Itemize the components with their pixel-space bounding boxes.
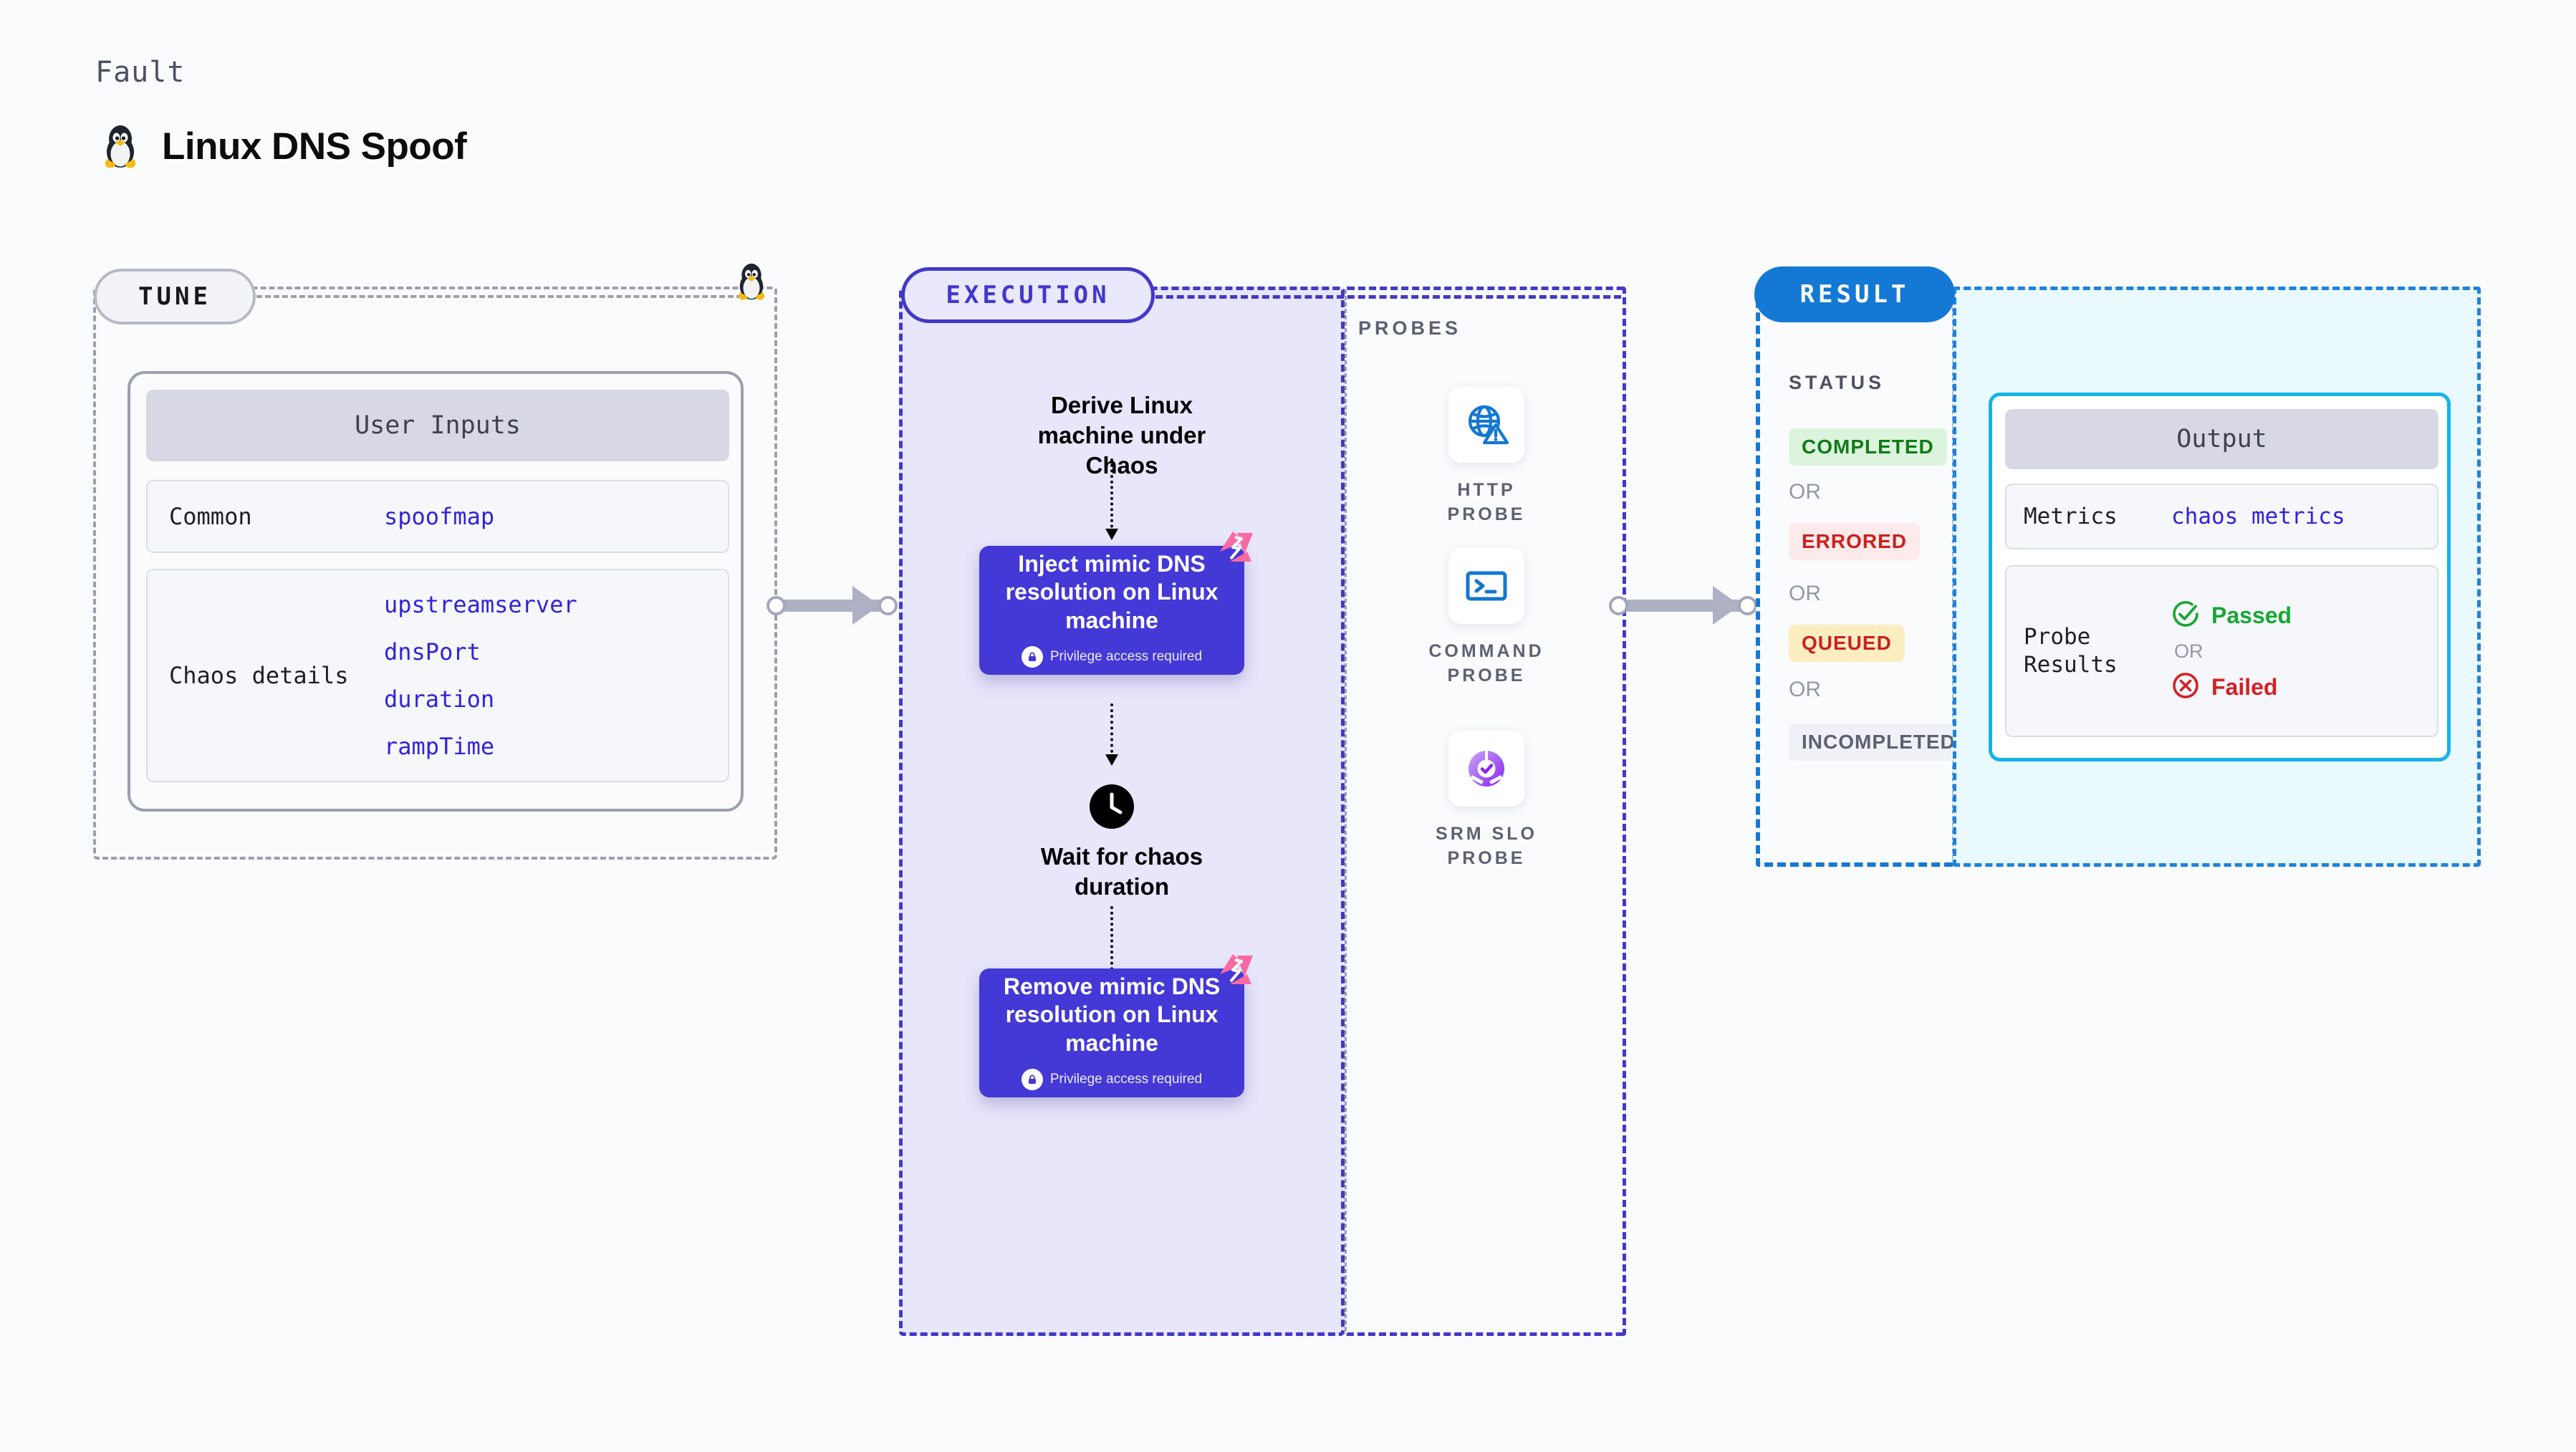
lock-icon: [1021, 645, 1043, 668]
diagram-canvas: Fault Linux DNS Spoof TUNE User Inputs C…: [0, 0, 2576, 1452]
row-value[interactable]: chaos metrics: [2171, 504, 2345, 529]
inject-action-box[interactable]: Inject mimic DNS resolution on Linux mac…: [979, 532, 1253, 675]
status-badge-errored: ERRORED: [1789, 523, 1921, 560]
table-row: Common spoofmap: [146, 480, 729, 553]
privilege-note-text: Privilege access required: [1049, 648, 1203, 664]
x-circle-icon: [2171, 671, 2200, 703]
table-row: Chaos details upstreamserver dnsPort dur…: [146, 569, 729, 782]
connector-node: [1738, 596, 1757, 615]
connector-node: [766, 596, 786, 615]
remove-action-title: Remove mimic DNS resolution on Linux mac…: [1003, 973, 1221, 1056]
wait-step-label: Wait for chaos duration: [1040, 843, 1203, 900]
privilege-note: Privilege access required: [1021, 645, 1203, 668]
status-title: STATUS: [1789, 372, 1885, 393]
or-separator: OR: [1789, 582, 1821, 605]
terminal-prompt-icon: [1448, 548, 1524, 624]
inject-action-title: Inject mimic DNS resolution on Linux mac…: [1005, 551, 1219, 633]
fault-kicker: Fault: [95, 56, 186, 89]
globe-warning-icon: [1448, 387, 1524, 463]
probe-label: HTTP PROBE: [1447, 480, 1526, 524]
tune-badge[interactable]: TUNE: [94, 269, 256, 324]
litmus-badge-icon: [1216, 530, 1256, 566]
connector-node: [878, 596, 898, 615]
row-value[interactable]: upstreamserver: [384, 591, 577, 618]
output-card: Output Metrics chaos metrics Probe Resul…: [1989, 393, 2451, 761]
slo-check-donut-icon: [1448, 731, 1524, 807]
row-key: Chaos details: [169, 662, 349, 689]
remove-action-box[interactable]: Remove mimic DNS resolution on Linux mac…: [979, 954, 1253, 1097]
execution-dashed-connector: [1155, 295, 1621, 299]
row-value[interactable]: dnsPort: [384, 638, 577, 665]
row-key: Metrics: [2024, 503, 2118, 529]
or-separator: OR: [2174, 640, 2203, 662]
page-title-text: Linux DNS Spoof: [162, 125, 467, 168]
flow-arrow: [1105, 703, 1118, 766]
row-value[interactable]: duration: [384, 686, 577, 713]
probe-result-passed: Passed: [2171, 600, 2292, 632]
or-separator: OR: [1789, 678, 1821, 701]
row-key: Probe Results: [2024, 624, 2118, 678]
probe-label: COMMAND PROBE: [1428, 641, 1544, 686]
check-circle-icon: [2171, 600, 2200, 632]
probe-item-http[interactable]: HTTP PROBE: [1415, 387, 1558, 527]
passed-label: Passed: [2211, 602, 2292, 628]
user-inputs-card: User Inputs Common spoofmap Chaos detail…: [128, 371, 744, 812]
failed-label: Failed: [2211, 673, 2278, 700]
tune-penguin-icon: [734, 259, 769, 304]
privilege-note-text: Privilege access required: [1049, 1071, 1203, 1087]
clock-icon: [1090, 784, 1134, 829]
result-badge[interactable]: RESULT: [1754, 266, 1955, 322]
privilege-note: Privilege access required: [1021, 1068, 1203, 1090]
status-badge-completed: COMPLETED: [1789, 428, 1947, 466]
probe-result-failed: Failed: [2171, 671, 2292, 703]
table-row: Metrics chaos metrics: [2005, 484, 2438, 549]
lock-icon: [1021, 1068, 1043, 1090]
linux-penguin-icon: [100, 120, 140, 173]
table-row: Probe Results Passed OR Failed: [2005, 565, 2438, 737]
status-badge-incompleted: INCOMPLETED: [1789, 723, 1969, 761]
row-value[interactable]: spoofmap: [384, 503, 494, 530]
probes-title: PROBES: [1358, 317, 1462, 339]
status-badge-queued: QUEUED: [1789, 625, 1905, 662]
user-inputs-title: User Inputs: [146, 390, 729, 461]
tune-dashed-connector: [256, 295, 751, 298]
output-card-title: Output: [2005, 409, 2438, 469]
or-separator: OR: [1789, 480, 1821, 504]
probe-label: SRM SLO PROBE: [1436, 824, 1537, 868]
page-title: Linux DNS Spoof: [100, 120, 467, 173]
row-key: Common: [169, 503, 252, 530]
litmus-badge-icon: [1216, 953, 1256, 989]
row-value[interactable]: rampTime: [384, 733, 577, 760]
flow-arrow: [1105, 458, 1118, 540]
connector-node: [1609, 596, 1628, 615]
probe-item-srm-slo[interactable]: SRM SLO PROBE: [1415, 731, 1558, 871]
execution-badge[interactable]: EXECUTION: [901, 267, 1155, 323]
derive-step-label: Derive Linux machine under Chaos: [1037, 392, 1206, 479]
probe-item-command[interactable]: COMMAND PROBE: [1415, 548, 1558, 688]
